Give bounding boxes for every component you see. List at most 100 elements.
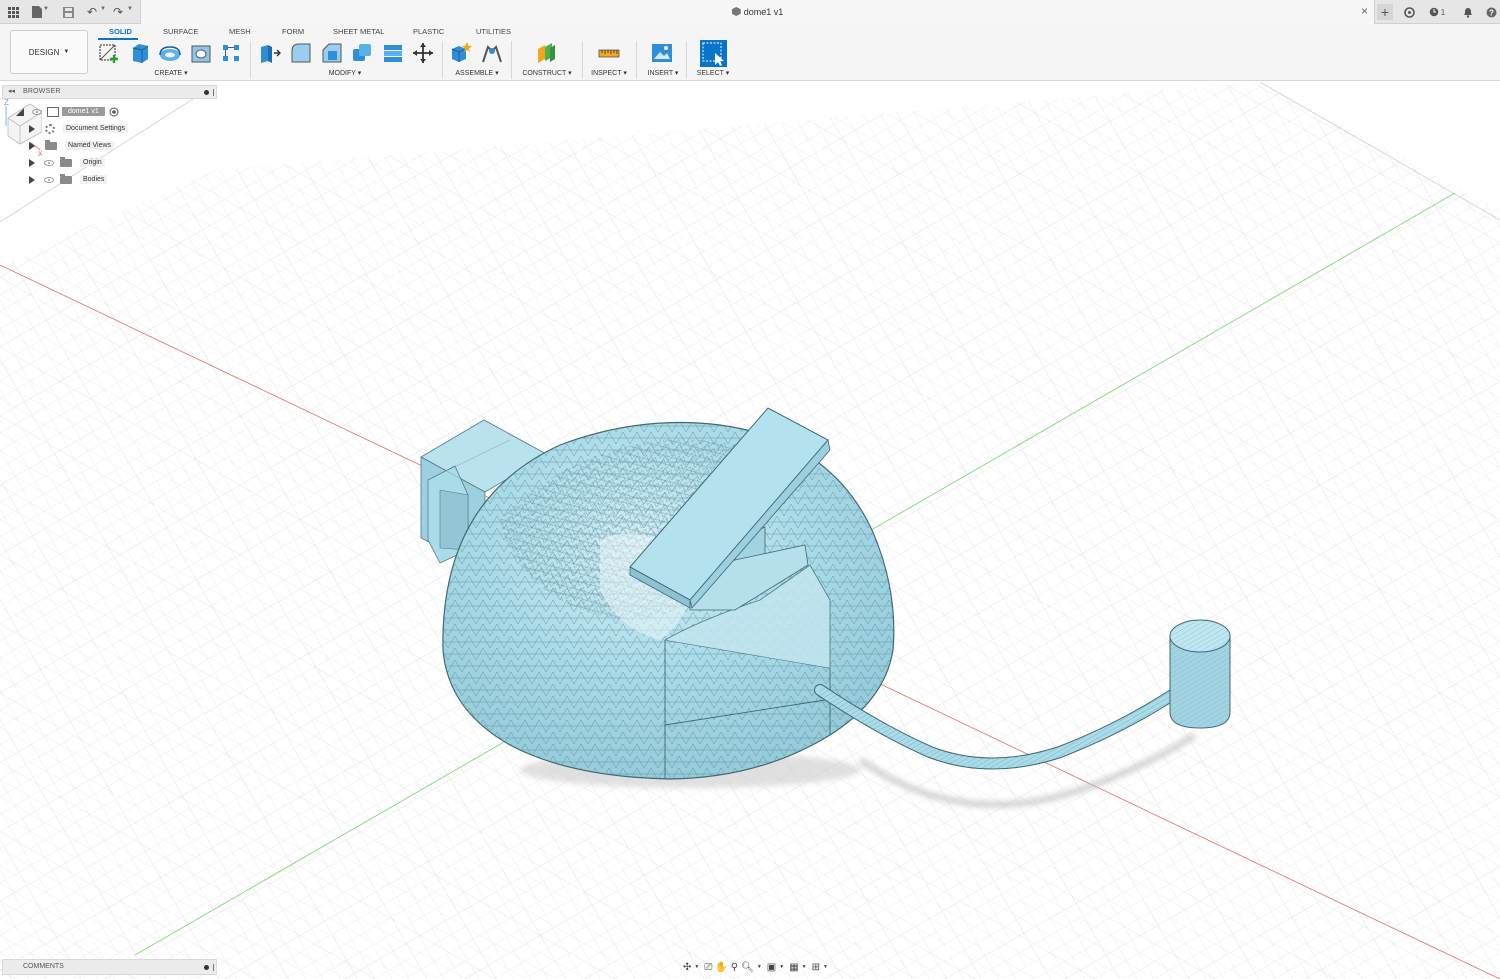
comments-title: COMMENTS: [23, 963, 64, 970]
viewports-icon[interactable]: ⊞: [812, 962, 820, 973]
construct-menu[interactable]: CONSTRUCT ▾: [519, 69, 575, 77]
comments-resize-handle[interactable]: [213, 964, 214, 971]
pattern-icon[interactable]: [219, 41, 243, 65]
browser-item-bodies[interactable]: Bodies: [29, 173, 108, 186]
move-copy-icon[interactable]: [411, 41, 435, 65]
tab-surface[interactable]: SURFACE: [163, 27, 198, 36]
assemble-menu[interactable]: ASSEMBLE ▾: [452, 69, 502, 77]
close-tab-icon[interactable]: ×: [1361, 4, 1368, 18]
toolbar-separator: [686, 41, 687, 79]
insert-menu[interactable]: INSERT ▾: [644, 69, 682, 77]
modify-menu[interactable]: MODIFY ▾: [324, 69, 366, 77]
create-sketch-icon[interactable]: [97, 41, 121, 65]
svg-text:?: ?: [1489, 8, 1494, 17]
document-tab[interactable]: dome1 v1 ×: [140, 0, 1375, 25]
browser-item-origin[interactable]: Origin: [29, 156, 105, 169]
orbit-caret-icon[interactable]: ▼: [694, 964, 699, 970]
active-tab-indicator: [98, 38, 138, 40]
browser-item-document-settings[interactable]: Document Settings: [29, 122, 129, 135]
folder-icon: [45, 139, 57, 150]
fillet-icon[interactable]: [289, 41, 313, 65]
tab-solid[interactable]: SOLID: [109, 27, 132, 36]
activate-component-icon[interactable]: [109, 107, 119, 117]
tab-mesh[interactable]: MESH: [229, 27, 251, 36]
viewport-scene[interactable]: [0, 82, 1500, 979]
toolbar-separator: [636, 41, 637, 79]
joint-icon[interactable]: [480, 41, 504, 65]
save-icon[interactable]: [60, 4, 76, 20]
revolve-icon[interactable]: [158, 41, 182, 65]
expand-root-icon[interactable]: [16, 107, 24, 116]
extrude-icon[interactable]: [128, 41, 152, 65]
comments-add-icon[interactable]: [204, 965, 209, 970]
comments-panel[interactable]: COMMENTS: [2, 959, 217, 975]
redo-icon[interactable]: ↷: [110, 4, 126, 20]
dome-body[interactable]: [442, 421, 895, 780]
offset-plane-icon[interactable]: [534, 41, 558, 65]
orbit-icon[interactable]: ✣: [683, 962, 691, 973]
expand-arrow-icon[interactable]: [29, 158, 35, 167]
root-component-label[interactable]: dome1 v1: [62, 107, 105, 116]
tab-plastic[interactable]: PLASTIC: [413, 27, 444, 36]
zoom-caret-icon[interactable]: ▼: [757, 964, 762, 970]
combine-icon[interactable]: [350, 41, 374, 65]
chamfer-icon[interactable]: [320, 41, 344, 65]
grid-settings-icon[interactable]: ▦: [789, 962, 798, 973]
viewcube-z-axis-label: Z: [4, 98, 9, 107]
select-tool-icon[interactable]: [700, 40, 727, 67]
browser-item-label: Document Settings: [63, 124, 129, 133]
job-status-icon[interactable]: 1: [1425, 4, 1449, 20]
fit-zoom-icon[interactable]: 🔍︎: [741, 962, 754, 973]
help-icon[interactable]: ?: [1483, 4, 1499, 20]
redo-caret-icon[interactable]: ▼: [127, 6, 133, 12]
folder-icon: [60, 173, 72, 184]
visibility-eye-icon[interactable]: [44, 176, 54, 183]
toolbar-separator: [582, 41, 583, 79]
navigation-bar: ✣ ▼ ⎚ ✋ ⚲ 🔍︎ ▼ ▣ ▼ ▦ ▼ ⊞ ▼: [683, 959, 853, 975]
display-settings-icon[interactable]: ▣: [767, 962, 776, 973]
extensions-icon[interactable]: [1401, 4, 1417, 20]
measure-icon[interactable]: [597, 41, 621, 65]
expand-arrow-icon[interactable]: [29, 124, 35, 133]
browser-resize-handle[interactable]: [213, 89, 214, 96]
browser-item-label: Bodies: [80, 175, 108, 184]
browser-title: BROWSER: [23, 88, 61, 95]
undo-caret-icon[interactable]: ▼: [100, 6, 106, 12]
workspace-switcher-button[interactable]: DESIGN ▼: [10, 30, 88, 74]
undo-icon[interactable]: ↶: [84, 4, 100, 20]
press-pull-icon[interactable]: [258, 41, 282, 65]
inspect-menu[interactable]: INSPECT ▾: [588, 69, 630, 77]
create-menu[interactable]: CREATE ▾: [150, 69, 192, 77]
browser-item-label: Origin: [80, 158, 105, 167]
tab-utilities[interactable]: UTILITIES: [476, 27, 511, 36]
shell-icon[interactable]: [381, 41, 405, 65]
display-caret-icon[interactable]: ▼: [779, 964, 784, 970]
browser-pin-icon[interactable]: [204, 90, 209, 95]
cylinder-body[interactable]: [1169, 619, 1231, 729]
grid-caret-icon[interactable]: ▼: [802, 964, 807, 970]
visibility-eye-icon[interactable]: [44, 159, 54, 166]
collapse-panel-icon[interactable]: ◂◂: [8, 87, 15, 95]
browser-item-named-views[interactable]: Named Views: [29, 139, 115, 152]
hole-icon[interactable]: [189, 41, 213, 65]
notifications-bell-icon[interactable]: [1460, 4, 1476, 20]
3d-viewport-canvas[interactable]: Z X: [0, 82, 1500, 979]
root-component-icon: [47, 106, 59, 117]
file-menu-caret-icon[interactable]: ▼: [43, 6, 49, 12]
expand-arrow-icon[interactable]: [29, 141, 35, 150]
viewports-caret-icon[interactable]: ▼: [823, 964, 828, 970]
tab-form[interactable]: FORM: [282, 27, 304, 36]
pan-hand-icon[interactable]: ✋: [715, 962, 727, 973]
select-menu[interactable]: SELECT ▾: [692, 69, 734, 77]
toolbar-separator: [442, 41, 443, 79]
expand-arrow-icon[interactable]: [29, 175, 35, 184]
browser-root-row[interactable]: dome1 v1: [16, 105, 119, 118]
root-visibility-eye-icon[interactable]: [32, 108, 42, 115]
new-tab-icon[interactable]: +: [1377, 4, 1393, 20]
look-at-icon[interactable]: ⎚: [704, 962, 712, 973]
tab-sheet-metal[interactable]: SHEET METAL: [333, 27, 384, 36]
new-component-icon[interactable]: [449, 41, 473, 65]
zoom-window-icon[interactable]: ⚲: [731, 962, 738, 973]
app-grid-icon[interactable]: [5, 4, 21, 20]
insert-image-icon[interactable]: [650, 41, 674, 65]
